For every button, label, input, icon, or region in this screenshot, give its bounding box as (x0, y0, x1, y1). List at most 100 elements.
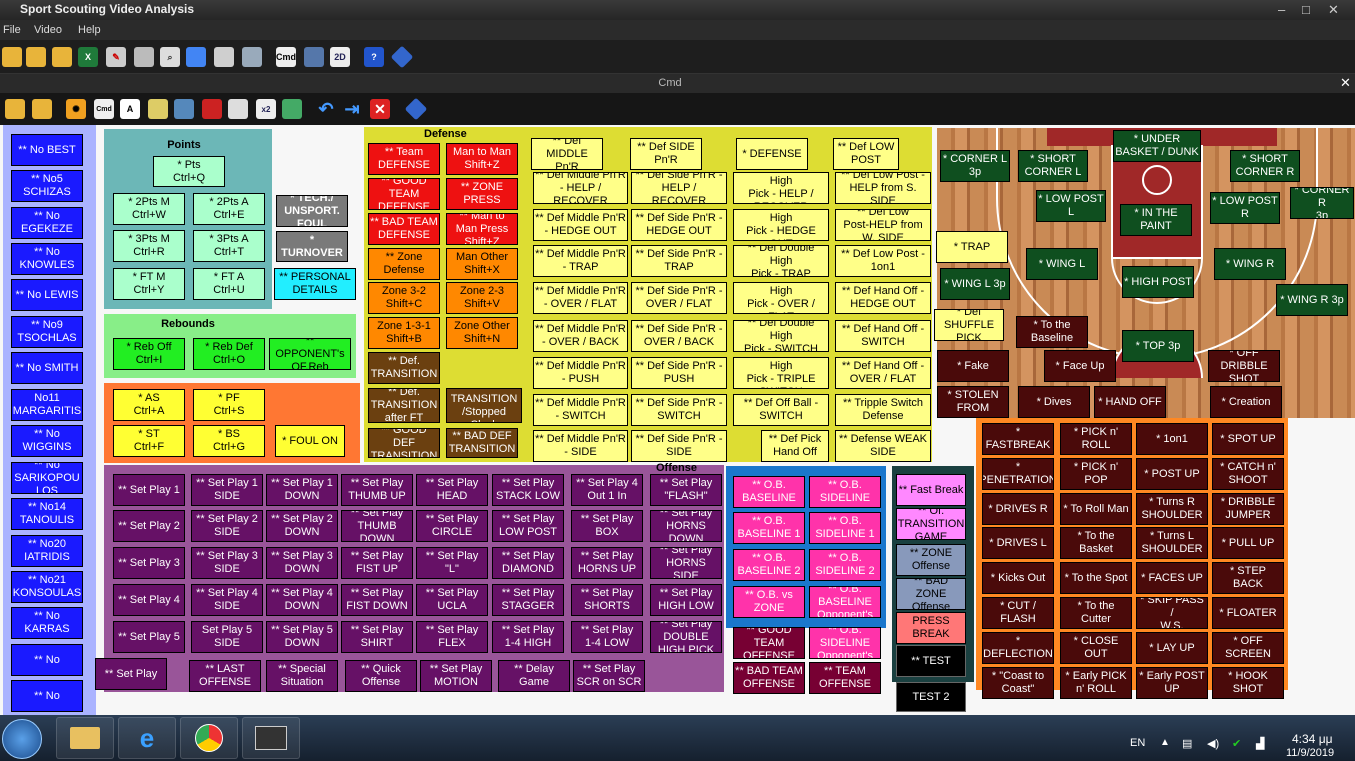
video-app-taskbar-icon[interactable] (242, 717, 300, 759)
document-icon[interactable] (214, 47, 234, 67)
offense-type-button[interactable]: ** Set Play MOTION (420, 660, 492, 692)
set-play-button[interactable]: ** Set Play 4 SIDE (191, 584, 263, 616)
set-play-button[interactable]: ** Set Play 4 Out 1 In (571, 474, 643, 506)
trap-button[interactable]: * TRAP (936, 231, 1008, 263)
zone-defense-button[interactable]: ** Zone Defense (368, 248, 440, 280)
rebound-button[interactable]: * Reb Def Ctrl+O (193, 338, 265, 370)
def-low-post-button[interactable]: ** Def Hand Off - OVER / FLAT (835, 357, 931, 389)
stat-button[interactable]: * AS Ctrl+A (113, 389, 185, 421)
cmd-icon[interactable]: Cmd (276, 47, 296, 67)
def-double-high-button[interactable]: ** Def Double High Pick - HEDGE OUT (733, 209, 829, 241)
set-play-button[interactable]: ** Set Play 1-4 LOW (571, 621, 643, 653)
action-button[interactable]: * Turns R SHOULDER (1136, 493, 1208, 525)
player-button[interactable]: No11 MARGARITIS (11, 389, 83, 421)
def-low-post-button[interactable]: ** Def Hand Off - SWITCH (835, 320, 931, 352)
picture-icon[interactable] (174, 99, 194, 119)
def-double-high-button[interactable]: * DEFENSE (736, 138, 808, 170)
open-icon[interactable] (5, 99, 25, 119)
set-play-button[interactable]: ** Set Play LOW POST (492, 510, 564, 542)
action-button[interactable]: * FLOATER (1212, 597, 1284, 629)
zone-defense-button[interactable]: Zone Other Shift+N (446, 317, 518, 349)
rebound-button[interactable]: * Reb Off Ctrl+I (113, 338, 185, 370)
points-button[interactable]: * FT M Ctrl+Y (113, 268, 185, 300)
action-button[interactable]: * DEFLECTION (982, 632, 1054, 664)
action-button[interactable]: * CLOSE OUT (1060, 632, 1132, 664)
action-button[interactable]: * PENETRATION (982, 458, 1054, 490)
zoom-icon[interactable]: 2D (330, 47, 350, 67)
action-button[interactable]: * SKIP PASS / W.S. (1136, 597, 1208, 629)
def-middle-pnr-button[interactable]: ** Def Middle Pn'R - OVER / FLAT (533, 282, 628, 314)
menu-video[interactable]: Video (34, 24, 62, 36)
set-play-button[interactable]: ** Set Play "FLASH" (650, 474, 722, 506)
explorer-taskbar-icon[interactable] (56, 717, 114, 759)
set-play-button[interactable]: ** Set Play STAGGER (492, 584, 564, 616)
transition-defense-button[interactable]: ** Def. TRANSITION /Stopped Clock (446, 388, 522, 423)
diamond-icon[interactable] (390, 45, 414, 69)
player-button[interactable]: ** No SMITH (11, 352, 83, 384)
zone-defense-button[interactable]: Man Other Shift+X (446, 248, 518, 280)
list-icon[interactable] (304, 47, 324, 67)
def-double-high-button[interactable]: ** Def Double High Pick - TRAP (733, 245, 829, 277)
check-icon[interactable]: ✔ (1232, 737, 1241, 750)
points-button[interactable]: * FT A Ctrl+U (193, 268, 265, 300)
minimize-icon[interactable]: – (1278, 2, 1285, 17)
offense-type-button[interactable]: ** Special Situation (266, 660, 338, 692)
player-button[interactable]: ** No LEWIS (11, 279, 83, 311)
action-button[interactable]: * Kicks Out (982, 562, 1054, 594)
player-button[interactable]: ** No SARIKOPOU LOS (11, 462, 83, 494)
set-play-button[interactable]: ** Set Play 1 DOWN (266, 474, 338, 506)
shuffle-pick-button[interactable]: * Def SHUFFLE PICK (934, 309, 1004, 341)
player-button[interactable]: ** No KNOWLES (11, 243, 83, 275)
court-zone-button[interactable]: * TOP 3p (1122, 330, 1194, 362)
out-of-bounds-button[interactable]: ** O.B. BASELINE Opponent's (809, 586, 881, 618)
def-double-high-button[interactable]: ** Def Pick Hand Off (761, 430, 829, 462)
transition-offense-button[interactable]: ** BAD ZONE Offense (896, 578, 966, 610)
transition-defense-button[interactable]: ** Def. TRANSITION after FT (368, 388, 440, 423)
set-play-button[interactable]: ** Set Play HIGH LOW (650, 584, 722, 616)
folder-icon[interactable] (52, 47, 72, 67)
player-button[interactable]: ** No9 TSOCHLAS (11, 316, 83, 348)
def-side-pnr-button[interactable]: ** Def Side Pn'R - HELP / RECOVER (631, 172, 727, 204)
def-middle-pnr-button[interactable]: ** Def Middle Pn'R - HEDGE OUT (533, 209, 628, 241)
text-icon[interactable]: A (120, 99, 140, 119)
menu-help[interactable]: Help (78, 24, 101, 36)
action-button[interactable]: * Turns L SHOULDER (1136, 527, 1208, 559)
nav-diamond-icon[interactable] (404, 97, 428, 121)
def-double-high-button[interactable]: ** Def Double High Pick - TRIPLE SWITCH (733, 357, 829, 389)
def-middle-pnr-button[interactable]: ** Def Middle Pn'R - SIDE (533, 430, 628, 462)
action-button[interactable]: * SPOT UP (1212, 423, 1284, 455)
def-low-post-button[interactable]: ** Defense WEAK SIDE (835, 430, 931, 462)
stat-button[interactable]: * BS Ctrl+G (193, 425, 265, 457)
court-zone-button[interactable]: * WING L 3p (940, 268, 1010, 300)
camera-icon[interactable] (242, 47, 262, 67)
court-zone-button[interactable]: * WING R 3p (1276, 284, 1348, 316)
defense-team-button[interactable]: ** BAD TEAM DEFENSE (368, 213, 440, 245)
set-play-button[interactable]: ** Set Play 1-4 HIGH (492, 621, 564, 653)
def-middle-pnr-button[interactable]: ** Def Middle Pn'R - PUSH (533, 357, 628, 389)
court-action-button[interactable]: * Dives (1018, 386, 1090, 418)
action-button[interactable]: * To the Cutter (1060, 597, 1132, 629)
image-icon[interactable] (148, 99, 168, 119)
settings-icon[interactable]: ✺ (66, 99, 86, 119)
court-zone-button[interactable]: * WING L (1026, 248, 1098, 280)
offense-type-button[interactable]: ** Delay Game (498, 660, 570, 692)
action-button[interactable]: * POST UP (1136, 458, 1208, 490)
def-side-pnr-button[interactable]: ** Def Side Pn'R - OVER / FLAT (631, 282, 727, 314)
court-zone-button[interactable]: * SHORT CORNER R (1230, 150, 1300, 182)
transition-offense-button[interactable]: TEST 2 (896, 682, 966, 712)
set-play-button[interactable]: ** Set Play THUMB DOWN (341, 510, 413, 542)
offense-type-button[interactable]: ** LAST OFFENSE (189, 660, 261, 692)
resize-icon[interactable]: x2 (256, 99, 276, 119)
export-icon[interactable]: ✎ (106, 47, 126, 67)
redo-icon[interactable]: ⇥ (342, 99, 362, 119)
set-play-button[interactable]: ** Set Play FIST DOWN (341, 584, 413, 616)
offense-type-button[interactable]: ** Quick Offense (345, 660, 417, 692)
out-of-bounds-button[interactable]: ** O.B. BASELINE 2 (733, 549, 805, 581)
set-play-button[interactable]: ** Set Play 2 (113, 510, 185, 542)
action-button[interactable]: * DRIVES L (982, 527, 1054, 559)
zone-defense-button[interactable]: Zone 1-3-1 Shift+B (368, 317, 440, 349)
set-play-button[interactable]: ** Set Play DOUBLE HIGH PICK (650, 621, 722, 653)
action-button[interactable]: * FASTBREAK (982, 423, 1054, 455)
set-play-button[interactable]: ** Set Play FIST UP (341, 547, 413, 579)
out-of-bounds-button[interactable]: ** O.B. SIDELINE Opponent's (809, 627, 881, 659)
